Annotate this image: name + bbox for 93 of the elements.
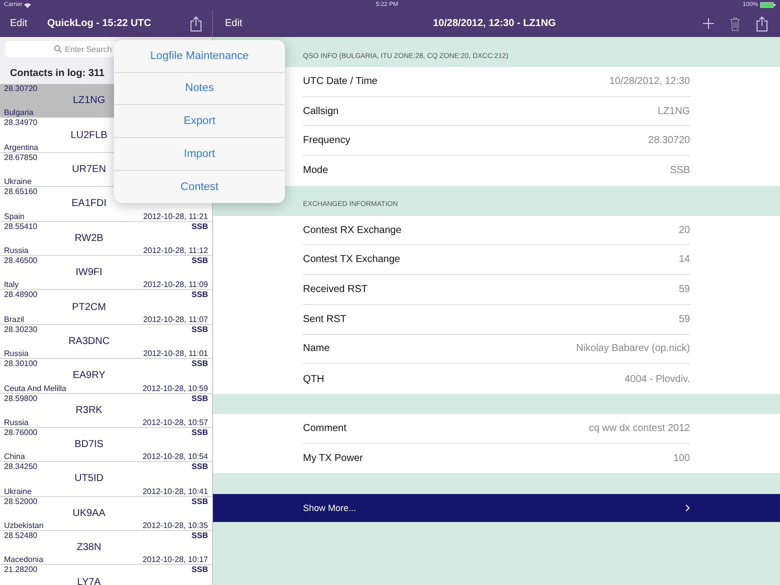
frequency-text: 28.65160 bbox=[4, 187, 38, 196]
datetime-text: 2012-10-28, 10:54 bbox=[142, 452, 208, 462]
field-value: 59 bbox=[678, 282, 690, 297]
field-label: Contest RX Exchange bbox=[303, 224, 402, 238]
frequency-text: 28.52000 bbox=[4, 496, 38, 506]
field-label: Contest TX Exchange bbox=[303, 253, 400, 268]
callsign-text: R3RK bbox=[76, 404, 102, 416]
field-value: 28.30720 bbox=[648, 134, 690, 148]
country-text: Russia bbox=[4, 246, 28, 255]
field-value: 14 bbox=[678, 253, 690, 268]
field-value: 100 bbox=[673, 452, 690, 466]
field-value: 4004 - Plovdiv. bbox=[624, 372, 690, 387]
field-value: Nikolay Babarev (op.nick) bbox=[576, 342, 690, 356]
callsign-text: UR7EN bbox=[72, 164, 106, 175]
field-label: My TX Power bbox=[303, 452, 363, 466]
datetime-text: 2012-10-28, 10:59 bbox=[142, 384, 208, 392]
field-label: Frequency bbox=[303, 134, 350, 148]
callsign-text: UK9AA bbox=[72, 508, 106, 519]
datetime-text: 2012-10-28, 10:35 bbox=[142, 521, 208, 530]
field-label: Mode bbox=[303, 164, 328, 178]
field-label: Sent RST bbox=[303, 312, 346, 327]
callsign-text: EA1FDI bbox=[71, 198, 106, 210]
mode-text: SSB bbox=[192, 394, 208, 403]
callsign-text: IW9FI bbox=[76, 267, 102, 278]
frequency-text: 28.30230 bbox=[4, 324, 38, 334]
field-label: UTC Date / Time bbox=[303, 74, 378, 89]
callsign-text: UT5ID bbox=[74, 473, 104, 484]
country-text: Uzbekistan bbox=[4, 521, 44, 530]
contacts-count: Contacts in log: 311 bbox=[10, 67, 106, 81]
field-value: 10/28/2012, 12:30 bbox=[609, 74, 690, 89]
field-value: cq ww dx contest 2012 bbox=[588, 422, 690, 436]
country-text: Macedonia bbox=[4, 555, 44, 564]
callsign-text: LZ1NG bbox=[72, 95, 106, 106]
mode-text: SSB bbox=[192, 222, 208, 231]
datetime-text: 2012-10-28, 11:07 bbox=[143, 314, 208, 324]
country-text: Russia bbox=[4, 418, 28, 427]
country-text: Italy bbox=[4, 280, 19, 290]
country-text: Argentina bbox=[4, 142, 38, 152]
frequency-text: 28.30100 bbox=[4, 359, 38, 368]
datetime-text: 2012-10-28, 10:57 bbox=[142, 418, 208, 427]
callsign-text: LY7A bbox=[77, 576, 101, 585]
field-label: Name bbox=[303, 342, 330, 356]
field-value: 59 bbox=[678, 312, 690, 327]
field-value: 20 bbox=[678, 224, 690, 238]
country-text: Ukraine bbox=[4, 486, 32, 496]
field-value: SSB bbox=[670, 164, 690, 178]
mode-text: SSB bbox=[192, 256, 208, 265]
field-label: QTH bbox=[303, 372, 324, 387]
datetime-text: 2012-10-28, 10:17 bbox=[142, 555, 208, 564]
datetime-text: 2012-10-28, 11:01 bbox=[143, 349, 208, 358]
callsign-text: LU2FLB bbox=[70, 130, 108, 141]
callsign-text: RA3DNC bbox=[68, 336, 110, 347]
frequency-text: 28.34970 bbox=[4, 118, 38, 128]
field-value: LZ1NG bbox=[658, 104, 690, 119]
mode-text: SSB bbox=[192, 359, 208, 368]
mode-text: SSB bbox=[192, 462, 208, 472]
mode-text: SSB bbox=[192, 290, 208, 300]
frequency-text: 28.55410 bbox=[4, 222, 38, 231]
frequency-text: 28.48900 bbox=[4, 290, 38, 300]
mode-text: SSB bbox=[192, 531, 208, 540]
country-text: Brazil bbox=[4, 314, 24, 324]
frequency-text: 28.30720 bbox=[4, 84, 38, 93]
nav-title: QuickLog - 15:22 UTC bbox=[47, 17, 152, 31]
mode-text: SSB bbox=[192, 565, 208, 574]
field-label: Comment bbox=[303, 422, 346, 436]
frequency-text: 28.59800 bbox=[4, 394, 38, 403]
datetime-text: 2012-10-28, 11:09 bbox=[143, 280, 208, 290]
frequency-text: 21.28200 bbox=[4, 565, 38, 574]
country-text: Russia bbox=[4, 349, 28, 358]
country-text: Spain bbox=[4, 212, 24, 221]
country-text: Ceuta And Melilla bbox=[4, 384, 66, 392]
field-label: Callsign bbox=[303, 104, 339, 119]
callsign-text: RW2B bbox=[74, 232, 104, 244]
country-text: Ukraine bbox=[4, 177, 32, 186]
frequency-text: 28.34250 bbox=[4, 462, 38, 472]
datetime-text: 2012-10-28, 10:41 bbox=[142, 486, 208, 496]
country-text: China bbox=[4, 452, 25, 462]
datetime-text: 2012-10-28, 11:12 bbox=[143, 246, 208, 255]
mode-text: SSB bbox=[192, 428, 208, 437]
frequency-text: 28.67850 bbox=[4, 152, 38, 162]
callsign-text: PT2CM bbox=[72, 302, 106, 313]
callsign-text: EA9RY bbox=[72, 370, 106, 382]
field-label: Received RST bbox=[303, 282, 368, 297]
callsign-text: BD7IS bbox=[74, 439, 104, 450]
mode-text: SSB bbox=[192, 496, 208, 506]
nav-title: 10/28/2012, 12:30 - LZ1NG bbox=[433, 17, 556, 31]
frequency-text: 28.76000 bbox=[4, 428, 38, 437]
frequency-text: 28.46500 bbox=[4, 256, 38, 265]
datetime-text: 2012-10-28, 11:21 bbox=[143, 212, 208, 221]
callsign-text: Z38N bbox=[76, 542, 102, 554]
frequency-text: 28.52480 bbox=[4, 531, 38, 540]
mode-text: SSB bbox=[192, 324, 208, 334]
country-text: Bulgaria bbox=[4, 108, 34, 118]
